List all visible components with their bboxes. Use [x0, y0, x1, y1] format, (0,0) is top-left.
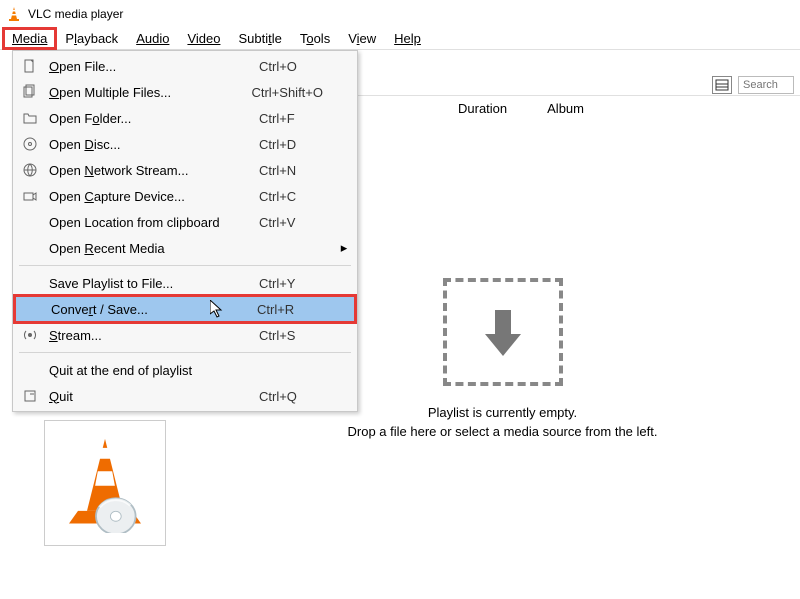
shortcut: Ctrl+S — [259, 328, 329, 343]
network-icon — [21, 162, 39, 178]
files-icon — [21, 84, 39, 100]
menu-audio[interactable]: Audio — [128, 29, 177, 48]
stream-icon — [21, 327, 39, 343]
shortcut: Ctrl+O — [259, 59, 329, 74]
disc-icon — [21, 136, 39, 152]
menu-open-folder[interactable]: Open Folder... Ctrl+F — [13, 105, 357, 131]
menu-media[interactable]: Media — [4, 29, 55, 48]
menu-playback[interactable]: Playback — [57, 29, 126, 48]
shortcut: Ctrl+D — [259, 137, 329, 152]
column-album[interactable]: Album — [547, 101, 584, 116]
vlc-cone-icon — [6, 6, 22, 22]
mouse-cursor-icon — [210, 300, 226, 323]
playlist-list-header: Duration Album — [358, 98, 800, 118]
menu-separator — [19, 265, 351, 266]
folder-icon — [21, 110, 39, 126]
view-mode-button[interactable] — [712, 76, 732, 94]
menu-convert-save[interactable]: Convert / Save... Ctrl+R — [15, 296, 355, 322]
menu-tools[interactable]: Tools — [292, 29, 338, 48]
drop-target-frame — [443, 278, 563, 386]
title-bar: VLC media player — [0, 0, 800, 28]
menu-open-file[interactable]: Open File... Ctrl+O — [13, 53, 357, 79]
shortcut: Ctrl+Y — [259, 276, 329, 291]
menu-video[interactable]: Video — [179, 29, 228, 48]
menu-open-location[interactable]: Open Location from clipboard Ctrl+V — [13, 209, 357, 235]
menu-open-network[interactable]: Open Network Stream... Ctrl+N — [13, 157, 357, 183]
shortcut: Ctrl+Q — [259, 389, 329, 404]
shortcut: Ctrl+C — [259, 189, 329, 204]
shortcut: Ctrl+Shift+O — [251, 85, 329, 100]
window-title: VLC media player — [28, 7, 123, 21]
search-input[interactable] — [738, 76, 794, 94]
empty-playlist-text: Playlist is currently empty. Drop a file… — [348, 404, 658, 442]
toolbar — [358, 74, 800, 96]
shortcut: Ctrl+V — [259, 215, 329, 230]
column-duration[interactable]: Duration — [458, 101, 507, 116]
menu-view[interactable]: View — [340, 29, 384, 48]
shortcut: Ctrl+F — [259, 111, 329, 126]
menu-open-multiple[interactable]: Open Multiple Files... Ctrl+Shift+O — [13, 79, 357, 105]
file-icon — [21, 58, 39, 74]
menu-subtitle[interactable]: Subtitle — [230, 29, 289, 48]
menu-open-recent[interactable]: Open Recent Media ▸ — [13, 235, 357, 261]
menu-open-capture[interactable]: Open Capture Device... Ctrl+C — [13, 183, 357, 209]
menu-separator — [19, 352, 351, 353]
capture-icon — [21, 188, 39, 204]
menu-open-disc[interactable]: Open Disc... Ctrl+D — [13, 131, 357, 157]
vlc-cone-large-icon — [60, 433, 150, 533]
quit-icon — [21, 388, 39, 404]
menu-quit-end[interactable]: Quit at the end of playlist — [13, 357, 357, 383]
menu-bar: Media Playback Audio Video Subtitle Tool… — [0, 28, 800, 50]
menu-save-playlist[interactable]: Save Playlist to File... Ctrl+Y — [13, 270, 357, 296]
menu-help[interactable]: Help — [386, 29, 429, 48]
media-dropdown: Open File... Ctrl+O Open Multiple Files.… — [12, 50, 358, 412]
shortcut: Ctrl+N — [259, 163, 329, 178]
menu-stream[interactable]: Stream... Ctrl+S — [13, 322, 357, 348]
menu-quit[interactable]: Quit Ctrl+Q — [13, 383, 357, 409]
arrow-down-icon — [473, 302, 533, 362]
album-art-placeholder — [44, 420, 166, 546]
submenu-arrow-icon: ▸ — [339, 240, 349, 256]
shortcut: Ctrl+R — [257, 302, 327, 317]
